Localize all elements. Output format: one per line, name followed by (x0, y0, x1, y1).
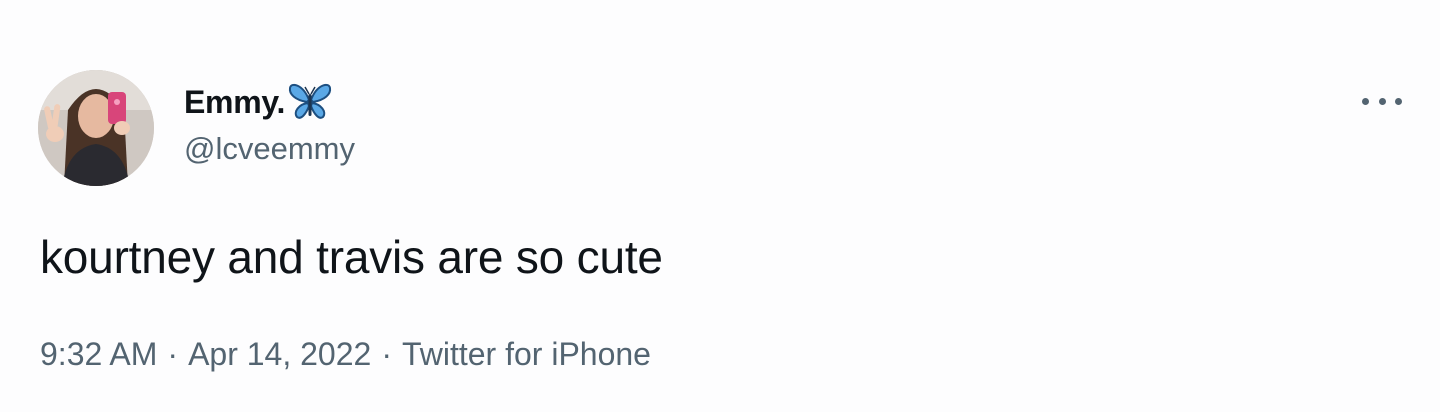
butterfly-icon (289, 83, 332, 119)
tweet-source[interactable]: Twitter for iPhone (402, 336, 651, 373)
avatar[interactable] (38, 70, 154, 186)
more-dot (1362, 97, 1369, 105)
author-row: Emmy. (184, 80, 333, 124)
tweet-text: kourtney and travis are so cute (40, 231, 663, 283)
tweet-card: Emmy. @lcveemmy kourtney and travis are … (0, 0, 1440, 412)
meta-separator: · (381, 336, 392, 372)
display-name[interactable]: Emmy. (184, 84, 285, 121)
more-dot (1395, 97, 1402, 105)
avatar-image (38, 70, 154, 186)
tweet-date[interactable]: Apr 14, 2022 (188, 336, 371, 373)
tweet-meta: 9:32 AM · Apr 14, 2022 · Twitter for iPh… (40, 336, 651, 373)
more-dot (1378, 97, 1386, 105)
more-options-icon[interactable] (1362, 86, 1402, 116)
meta-separator: · (167, 336, 179, 372)
tweet-time[interactable]: 9:32 AM (40, 336, 157, 373)
author-handle[interactable]: @lcveemmy (184, 131, 355, 167)
